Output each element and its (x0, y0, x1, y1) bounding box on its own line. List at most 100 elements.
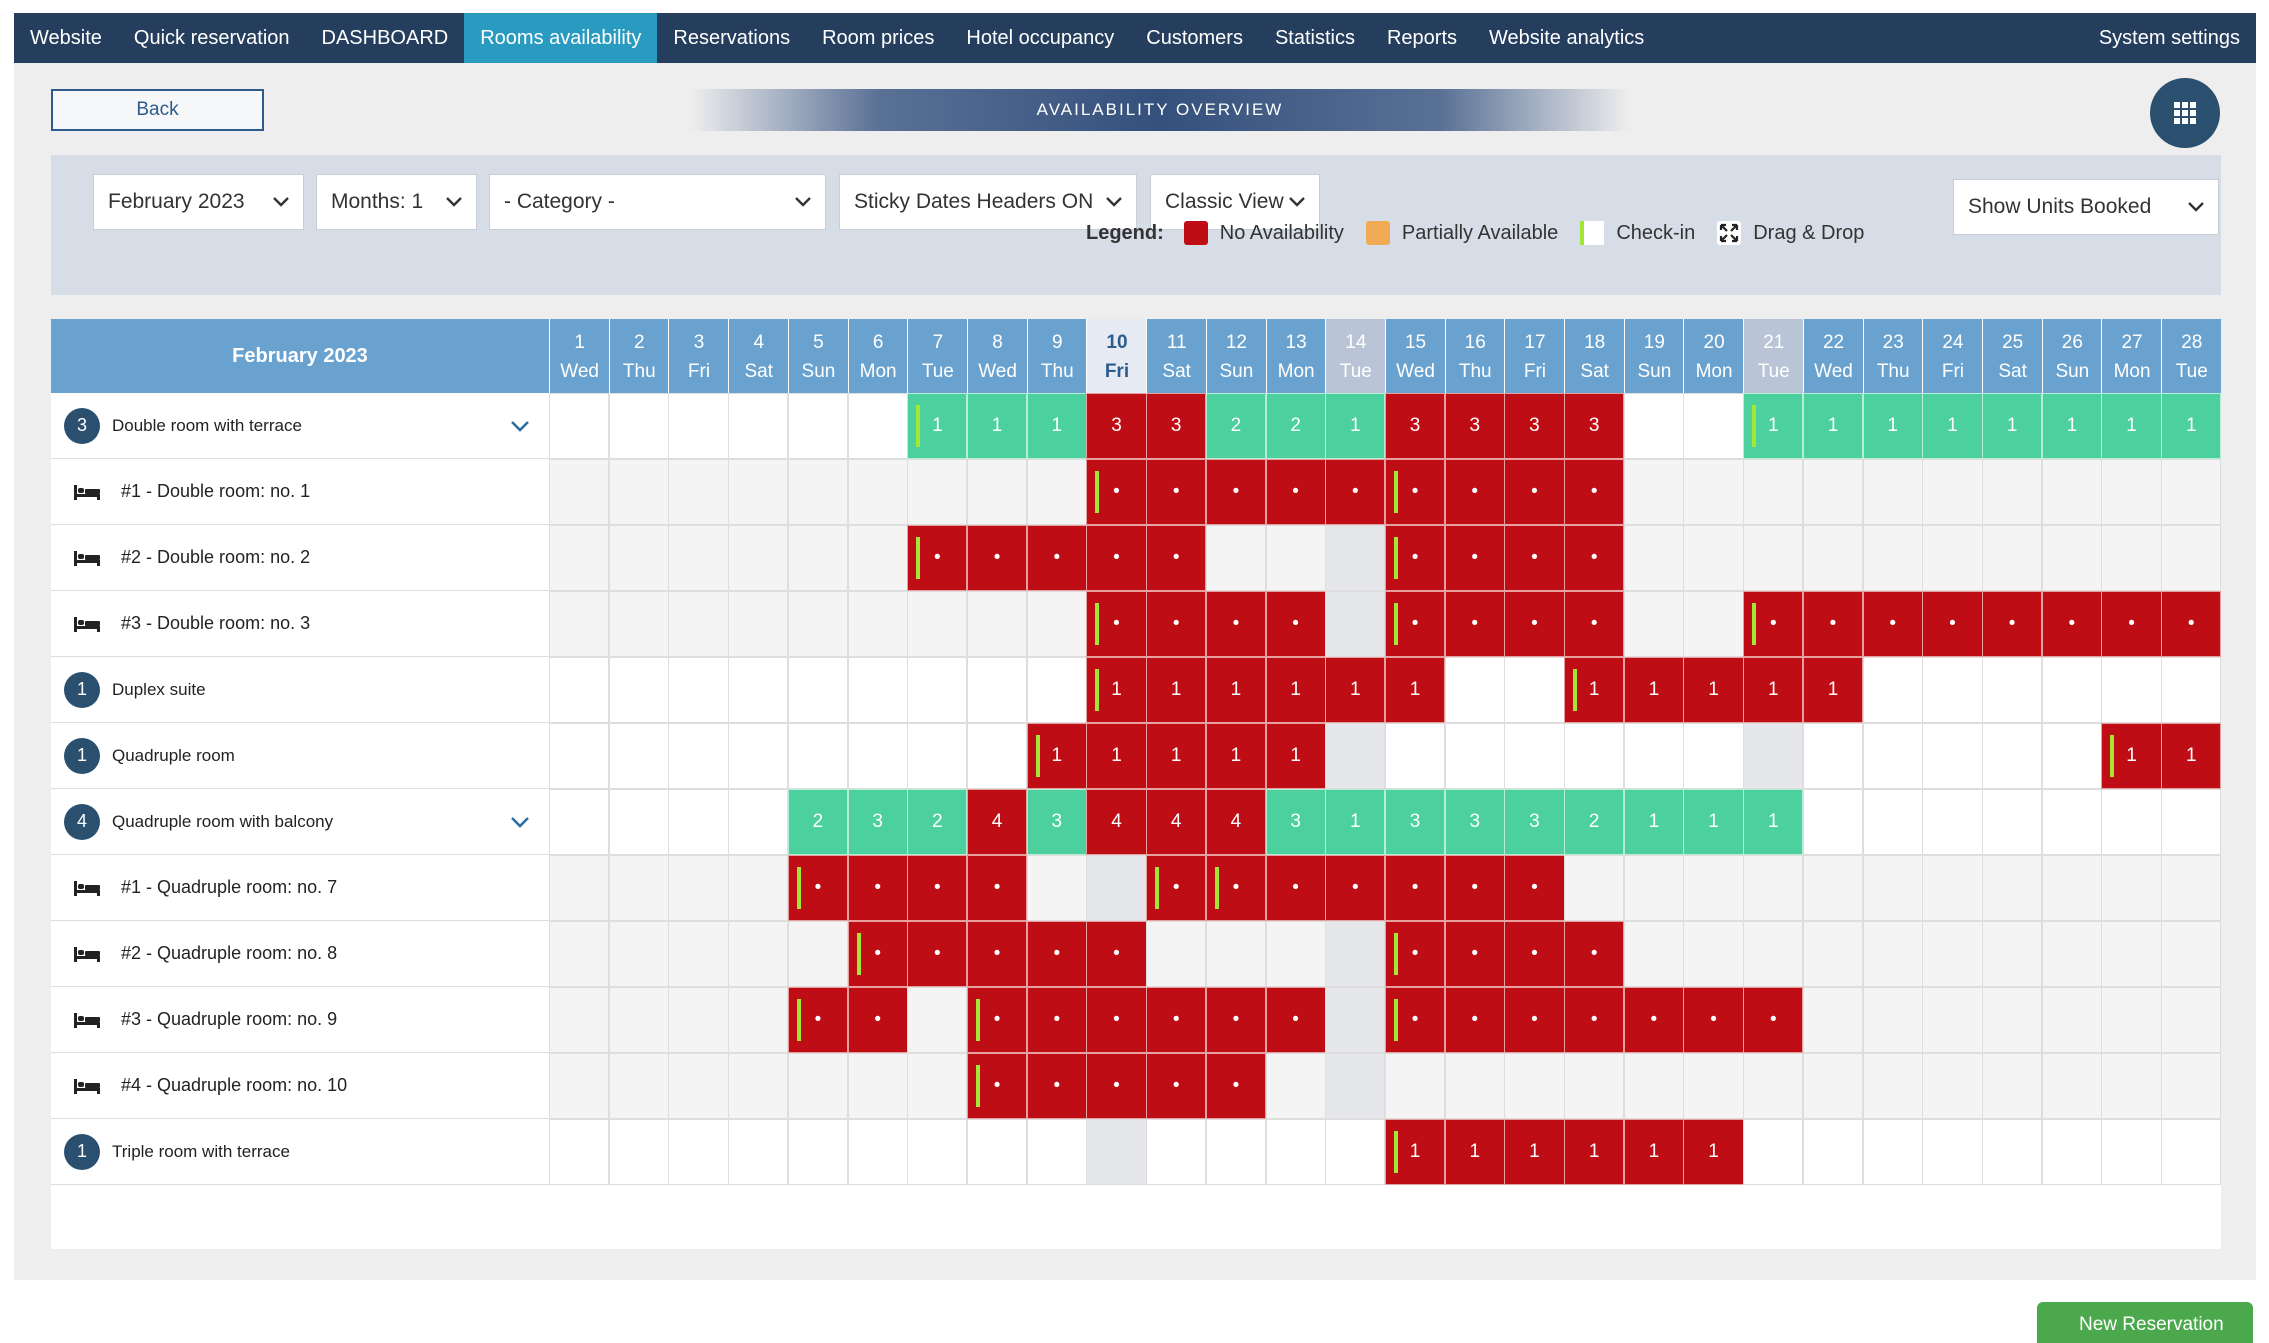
calendar-cell[interactable] (2161, 921, 2222, 987)
calendar-cell[interactable] (1265, 921, 1326, 987)
nav-item-reports[interactable]: Reports (1371, 13, 1473, 63)
nav-item-website[interactable]: Website (14, 13, 118, 63)
booked-cell[interactable]: 1 (1086, 657, 1147, 723)
booked-cell[interactable]: • (1564, 921, 1625, 987)
calendar-cell[interactable] (1982, 789, 2043, 855)
calendar-cell[interactable] (1683, 459, 1744, 525)
calendar-cell[interactable] (1623, 1053, 1684, 1119)
available-cell[interactable]: 1 (1325, 393, 1386, 459)
calendar-cell[interactable] (549, 1053, 610, 1119)
room-unit-row[interactable]: #1 - Quadruple room: no. 7 (51, 855, 549, 921)
calendar-cell[interactable] (668, 921, 729, 987)
calendar-cell[interactable] (1564, 723, 1625, 789)
booked-cell[interactable]: • (1384, 525, 1446, 591)
calendar-cell[interactable] (907, 657, 968, 723)
booked-cell[interactable]: 1 (1504, 1119, 1565, 1185)
booked-cell[interactable]: • (2041, 591, 2102, 657)
calendar-cell[interactable] (1922, 921, 1983, 987)
calendar-cell[interactable] (1325, 987, 1386, 1053)
booked-cell[interactable]: • (1146, 591, 1207, 657)
nav-system-settings[interactable]: System settings (2083, 13, 2256, 63)
nav-item-room-prices[interactable]: Room prices (806, 13, 950, 63)
calendar-cell[interactable] (1982, 987, 2043, 1053)
calendar-cell[interactable] (787, 525, 849, 591)
calendar-cell[interactable] (608, 657, 669, 723)
calendar-cell[interactable] (728, 987, 789, 1053)
calendar-cell[interactable] (1026, 657, 1087, 723)
nav-item-rooms-availability[interactable]: Rooms availability (464, 13, 658, 63)
calendar-cell[interactable] (2161, 459, 2222, 525)
calendar-cell[interactable] (2161, 987, 2222, 1053)
booked-cell[interactable]: • (1504, 855, 1565, 921)
booked-cell[interactable]: • (1862, 591, 1923, 657)
booked-cell[interactable]: 1 (1444, 1119, 1505, 1185)
booked-cell[interactable]: • (2161, 591, 2222, 657)
booked-cell[interactable]: • (1026, 987, 1087, 1053)
booked-cell[interactable]: • (1504, 987, 1565, 1053)
booked-cell[interactable]: 1 (1743, 657, 1804, 723)
booked-cell[interactable]: 1 (1802, 657, 1864, 723)
available-cell[interactable]: 2 (1205, 393, 1266, 459)
available-cell[interactable]: 1 (1026, 393, 1087, 459)
calendar-cell[interactable] (1623, 921, 1684, 987)
calendar-cell[interactable] (1982, 855, 2043, 921)
calendar-cell[interactable] (668, 789, 729, 855)
calendar-cell[interactable] (787, 1119, 849, 1185)
calendar-cell[interactable] (1325, 591, 1386, 657)
calendar-cell[interactable] (1862, 1053, 1923, 1119)
available-cell[interactable]: 2 (1564, 789, 1625, 855)
calendar-cell[interactable] (1564, 855, 1625, 921)
calendar-cell[interactable] (1444, 1053, 1505, 1119)
calendar-cell[interactable] (966, 657, 1028, 723)
booked-cell[interactable]: 4 (1205, 789, 1266, 855)
calendar-cell[interactable] (1325, 723, 1386, 789)
calendar-cell[interactable] (608, 459, 669, 525)
booked-cell[interactable]: • (1504, 591, 1565, 657)
calendar-cell[interactable] (549, 591, 610, 657)
booked-cell[interactable]: • (1086, 591, 1147, 657)
booked-cell[interactable]: 3 (1444, 393, 1505, 459)
booked-cell[interactable]: 1 (1683, 1119, 1744, 1185)
booked-cell[interactable]: 1 (2161, 723, 2222, 789)
calendar-cell[interactable] (2161, 1119, 2222, 1185)
booked-cell[interactable]: • (966, 987, 1028, 1053)
calendar-cell[interactable] (2101, 855, 2162, 921)
calendar-cell[interactable] (549, 723, 610, 789)
new-reservation-button[interactable]: New Reservation (2037, 1302, 2253, 1343)
calendar-cell[interactable] (2101, 1119, 2162, 1185)
calendar-cell[interactable] (907, 723, 968, 789)
booked-cell[interactable]: • (1205, 1053, 1266, 1119)
booked-cell[interactable]: • (907, 525, 968, 591)
booked-cell[interactable]: • (1444, 921, 1505, 987)
calendar-cell[interactable] (1623, 855, 1684, 921)
calendar-cell[interactable] (1922, 855, 1983, 921)
calendar-cell[interactable] (787, 1053, 849, 1119)
calendar-cell[interactable] (1444, 723, 1505, 789)
calendar-cell[interactable] (1862, 987, 1923, 1053)
room-unit-row[interactable]: #2 - Quadruple room: no. 8 (51, 921, 549, 987)
calendar-cell[interactable] (549, 855, 610, 921)
calendar-cell[interactable] (787, 591, 849, 657)
calendar-cell[interactable] (966, 591, 1028, 657)
available-cell[interactable]: 2 (1265, 393, 1326, 459)
calendar-cell[interactable] (1683, 855, 1744, 921)
calendar-cell[interactable] (1982, 459, 2043, 525)
calendar-cell[interactable] (549, 921, 610, 987)
booked-cell[interactable]: • (1922, 591, 1983, 657)
calendar-cell[interactable] (2041, 459, 2102, 525)
calendar-cell[interactable] (1205, 921, 1266, 987)
available-cell[interactable]: 3 (1444, 789, 1505, 855)
calendar-cell[interactable] (847, 723, 908, 789)
calendar-cell[interactable] (1802, 1053, 1864, 1119)
calendar-cell[interactable] (1862, 921, 1923, 987)
booked-cell[interactable]: • (1504, 525, 1565, 591)
booked-cell[interactable]: • (1384, 459, 1446, 525)
booked-cell[interactable]: • (1086, 1053, 1147, 1119)
calendar-cell[interactable] (1982, 525, 2043, 591)
calendar-cell[interactable] (1325, 1053, 1386, 1119)
calendar-cell[interactable] (1265, 525, 1326, 591)
booked-cell[interactable]: 1 (1384, 657, 1446, 723)
nav-item-statistics[interactable]: Statistics (1259, 13, 1371, 63)
available-cell[interactable]: 3 (1504, 789, 1565, 855)
calendar-cell[interactable] (668, 1053, 729, 1119)
